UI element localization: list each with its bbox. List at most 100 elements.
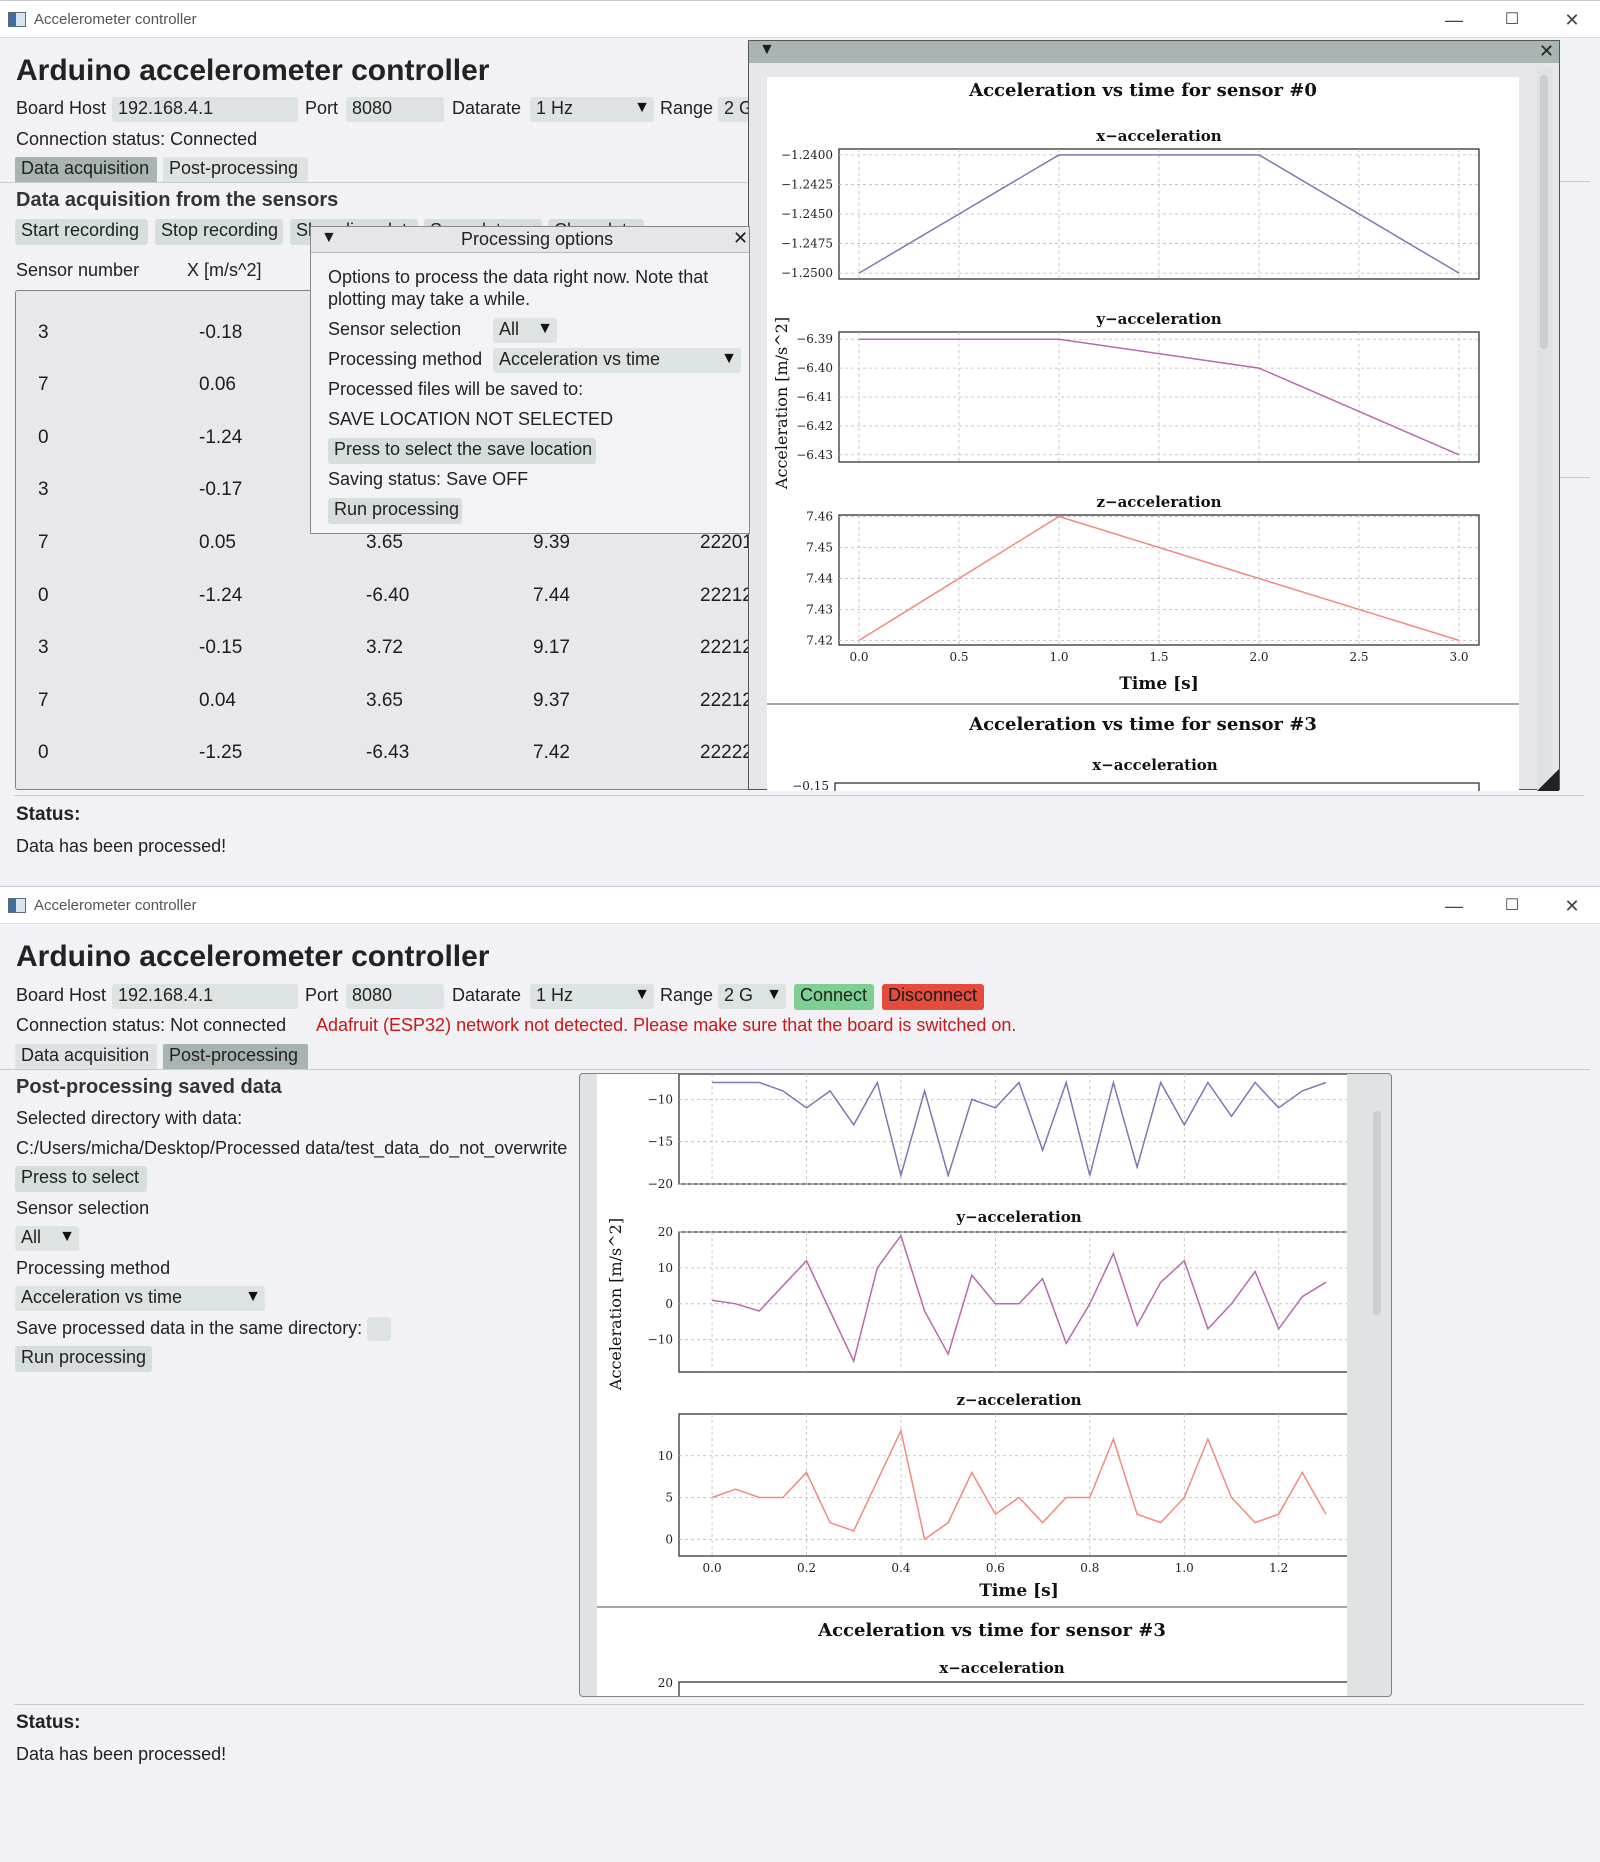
table-cell: -0.17 (199, 479, 243, 501)
plot-scrollbar[interactable] (1365, 1074, 1387, 1696)
table-row[interactable]: 0 -1.24 -6.40 7.44 22212 (16, 584, 749, 637)
sensor-selection-dropdown[interactable]: All ▼ (493, 318, 557, 343)
datarate-dropdown[interactable]: 1 Hz ▼ (530, 984, 654, 1009)
table-row[interactable]: 3 -0.15 3.72 9.17 22212 (16, 637, 749, 689)
board-host-input[interactable]: 192.168.4.1 (112, 97, 298, 122)
chevron-down-icon: ▼ (721, 350, 737, 367)
chevron-down-icon[interactable]: ▼ (759, 41, 775, 59)
chevron-down-icon: ▼ (634, 99, 650, 116)
col-header-x: X [m/s^2] (187, 260, 262, 280)
board-host-input[interactable]: 192.168.4.1 (112, 984, 298, 1009)
close-icon[interactable]: ✕ (1552, 893, 1592, 919)
select-directory-button[interactable]: Press to select (15, 1166, 147, 1192)
next-subplot-title: x−acceleration (1092, 756, 1218, 774)
maximize-icon[interactable]: ☐ (1492, 7, 1532, 33)
x-tick-label: 2.5 (1349, 650, 1368, 664)
table-row[interactable]: 0 -1.25 -6.43 7.42 22222 (16, 742, 749, 789)
status-text: Data has been processed! (16, 836, 227, 856)
table-cell: 3 (38, 637, 49, 659)
connect-button[interactable]: Connect (794, 984, 874, 1010)
status-label: Status: (16, 1712, 81, 1733)
stop-recording-button[interactable]: Stop recording (155, 219, 283, 245)
range-dropdown[interactable]: 2 G ▼ (718, 984, 786, 1009)
disconnect-button[interactable]: Disconnect (882, 984, 984, 1010)
dialog-close-icon[interactable]: ✕ (733, 228, 748, 249)
sensor-selection-dropdown[interactable]: All ▼ (15, 1226, 79, 1251)
dialog-titlebar[interactable]: ▼ Processing options ✕ (311, 227, 749, 253)
processing-method-dropdown[interactable]: Acceleration vs time ▼ (15, 1286, 265, 1311)
datarate-label: Datarate (452, 985, 522, 1005)
table-cell: 3 (38, 479, 49, 501)
table-cell: 0.05 (199, 532, 236, 553)
plot-figure: −10 −15 −20 y−acceleration 20 10 0 −10 z−acceler… (597, 1074, 1347, 1696)
dock-titlebar[interactable]: ▼ (749, 41, 1559, 63)
run-processing-button[interactable]: Run processing (15, 1346, 152, 1372)
port-label: Port (305, 985, 339, 1005)
x-tick-label: 0.6 (986, 1561, 1005, 1575)
run-processing-button[interactable]: Run processing (328, 498, 462, 524)
plot-scrollbar-thumb[interactable] (1373, 1111, 1381, 1315)
chevron-down-icon[interactable]: ▼ (321, 229, 337, 247)
window-title: Accelerometer controller (34, 11, 197, 28)
minimize-icon[interactable]: — (1434, 893, 1474, 919)
y-tick-label: 7.46 (806, 510, 833, 524)
dock-close-icon[interactable]: ✕ (1539, 41, 1554, 62)
subplot-title: x−acceleration (1096, 127, 1222, 145)
datarate-value: 1 Hz (536, 985, 574, 1005)
port-input[interactable]: 8080 (346, 97, 444, 122)
table-row[interactable]: 7 0.05 3.65 9.39 22201 (16, 532, 749, 584)
y-tick-label: 20 (658, 1676, 673, 1690)
y-tick-label: 0 (665, 1532, 673, 1546)
tab-post-processing[interactable]: Post-processing (163, 157, 308, 183)
table-cell: 9.17 (533, 637, 570, 659)
y-tick-label: −0.15 (792, 779, 829, 791)
y-axis-label: Acceleration [m/s^2] (772, 317, 791, 490)
app-title: Arduino accelerometer controller (16, 940, 490, 973)
table-row[interactable]: 7 0.04 3.65 9.37 22212 (16, 690, 749, 742)
tab-data-acquisition[interactable]: Data acquisition (15, 157, 157, 183)
datarate-dropdown[interactable]: 1 Hz ▼ (530, 97, 654, 122)
processing-method-value: Acceleration vs time (21, 1287, 183, 1307)
subplot-title: z−acceleration (1096, 493, 1221, 511)
y-tick-label: 20 (658, 1225, 673, 1239)
table-cell: 7 (38, 374, 49, 396)
next-subplot-frame (834, 782, 1480, 791)
y-tick-label: 7.42 (806, 633, 833, 647)
window-title: Accelerometer controller (34, 897, 197, 914)
window-titlebar[interactable]: Accelerometer controller — ☐ ✕ (0, 886, 1600, 924)
next-subplot-frame (678, 1681, 1347, 1696)
chevron-down-icon: ▼ (59, 1228, 75, 1245)
plot-area: −10 −15 −20 y−acceleration 20 10 0 −10 z−acceler… (579, 1073, 1392, 1697)
port-input[interactable]: 8080 (346, 984, 444, 1009)
maximize-icon[interactable]: ☐ (1492, 893, 1532, 919)
table-cell: 3.72 (366, 637, 403, 659)
subplot-frame (678, 1413, 1347, 1557)
divider (14, 795, 1584, 796)
plot-scrollbar[interactable] (1537, 67, 1553, 791)
plot-dock-panel: ▼ ✕ Acceleration vs time for sensor #0 x−… (748, 40, 1560, 791)
minimize-icon[interactable]: — (1434, 7, 1474, 33)
start-recording-button[interactable]: Start recording (15, 219, 148, 245)
processing-options-dialog: ▼ Processing options ✕ Options to proces… (310, 226, 750, 534)
dialog-description-2: plotting may take a while. (328, 289, 531, 309)
resize-grip-icon[interactable] (1537, 769, 1559, 791)
table-cell: -1.24 (199, 584, 243, 606)
processing-method-dropdown[interactable]: Acceleration vs time ▼ (493, 348, 741, 373)
save-location-text: SAVE LOCATION NOT SELECTED (328, 409, 614, 429)
y-tick-label: 10 (658, 1449, 673, 1463)
x-tick-label: 2.0 (1249, 650, 1268, 664)
window-2: Accelerometer controller — ☐ ✕ Arduino a… (0, 886, 1600, 1862)
y-tick-label: 0 (665, 1297, 673, 1311)
plot-scrollbar-thumb[interactable] (1540, 75, 1548, 349)
save-same-dir-checkbox[interactable] (367, 1317, 391, 1341)
table-cell: -1.25 (199, 290, 242, 291)
chevron-down-icon: ▼ (537, 320, 553, 337)
figure-title: Acceleration vs time for sensor #0 (968, 80, 1317, 101)
window-titlebar[interactable]: Accelerometer controller — ☐ ✕ (0, 0, 1600, 38)
status-label: Status: (16, 804, 81, 825)
select-save-location-button[interactable]: Press to select the save location (328, 438, 596, 464)
tab-data-acquisition[interactable]: Data acquisition (15, 1044, 157, 1070)
subplot-frame (678, 1074, 1347, 1185)
close-icon[interactable]: ✕ (1552, 7, 1592, 33)
tab-post-processing[interactable]: Post-processing (163, 1044, 308, 1070)
